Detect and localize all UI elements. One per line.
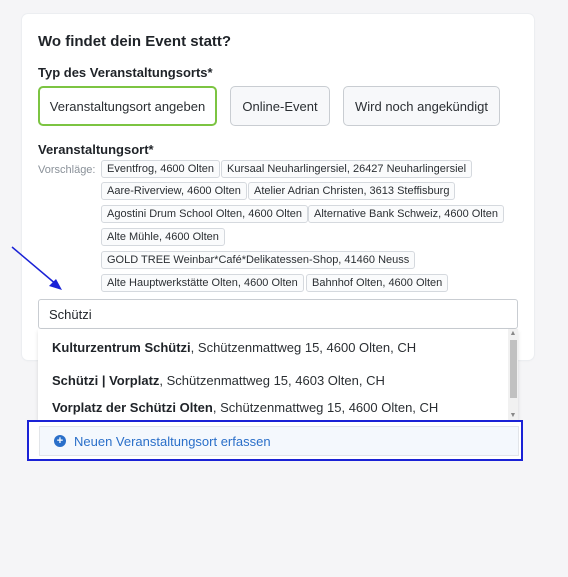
- search-result-item[interactable]: Kulturzentrum Schützi, Schützenmattweg 1…: [52, 340, 416, 355]
- suggestion-chip[interactable]: Kursaal Neuharlingersiel, 26427 Neuharli…: [221, 160, 473, 178]
- suggestion-chip[interactable]: Alte Hauptwerkstätte Olten, 4600 Olten: [101, 274, 304, 292]
- suggestion-chip[interactable]: GOLD TREE Weinbar*Café*Delikatessen-Shop…: [101, 251, 416, 269]
- result-address: , Schützenmattweg 15, 4600 Olten, CH: [190, 340, 417, 355]
- highlight-box: + Neuen Veranstaltungsort erfassen: [27, 420, 523, 461]
- result-name: Schützi | Vorplatz: [52, 373, 160, 388]
- result-address: , Schützenmattweg 15, 4600 Olten, CH: [212, 400, 439, 415]
- section-heading: Wo findet dein Event statt?: [38, 33, 232, 50]
- scroll-up-icon[interactable]: ▲: [508, 329, 518, 339]
- suggestion-chip[interactable]: Alte Mühle, 4600 Olten: [101, 228, 225, 246]
- dropdown-scrollbar[interactable]: ▲ ▼: [508, 329, 518, 421]
- venue-type-label: Typ des Veranstaltungsorts*: [38, 65, 213, 80]
- annotation-arrow-icon: [11, 246, 62, 290]
- suggestion-chip[interactable]: Agostini Drum School Olten, 4600 Olten: [101, 205, 309, 223]
- scroll-thumb[interactable]: [510, 340, 517, 398]
- suggestions-label: Vorschläge:: [38, 164, 96, 176]
- venue-type-online-button[interactable]: Online-Event: [230, 86, 330, 126]
- suggestion-chip[interactable]: Atelier Adrian Christen, 3613 Steffisbur…: [248, 182, 456, 200]
- venue-type-physical-button[interactable]: Veranstaltungsort angeben: [38, 86, 217, 126]
- add-new-venue-label: Neuen Veranstaltungsort erfassen: [74, 433, 271, 449]
- search-results-dropdown: Kulturzentrum Schützi, Schützenmattweg 1…: [38, 329, 518, 421]
- add-new-venue-button[interactable]: + Neuen Veranstaltungsort erfassen: [39, 426, 519, 456]
- result-address: , Schützenmattweg 15, 4603 Olten, CH: [159, 373, 385, 388]
- search-result-item[interactable]: Schützi | Vorplatz, Schützenmattweg 15, …: [52, 373, 385, 388]
- result-name: Kulturzentrum Schützi: [52, 340, 191, 355]
- plus-circle-icon: +: [54, 435, 66, 447]
- suggestion-chip[interactable]: Aare-Riverview, 4600 Olten: [101, 182, 247, 200]
- venue-search-input[interactable]: [38, 299, 518, 329]
- suggestion-chip[interactable]: Bahnhof Olten, 4600 Olten: [306, 274, 449, 292]
- search-result-item[interactable]: Vorplatz der Schützi Olten, Schützenmatt…: [52, 400, 438, 415]
- result-name: Vorplatz der Schützi Olten: [52, 400, 213, 415]
- venue-label: Veranstaltungsort*: [38, 142, 154, 157]
- suggestion-chip[interactable]: Alternative Bank Schweiz, 4600 Olten: [308, 205, 505, 223]
- venue-type-tba-button[interactable]: Wird noch angekündigt: [343, 86, 500, 126]
- suggestion-chip[interactable]: Eventfrog, 4600 Olten: [101, 160, 221, 178]
